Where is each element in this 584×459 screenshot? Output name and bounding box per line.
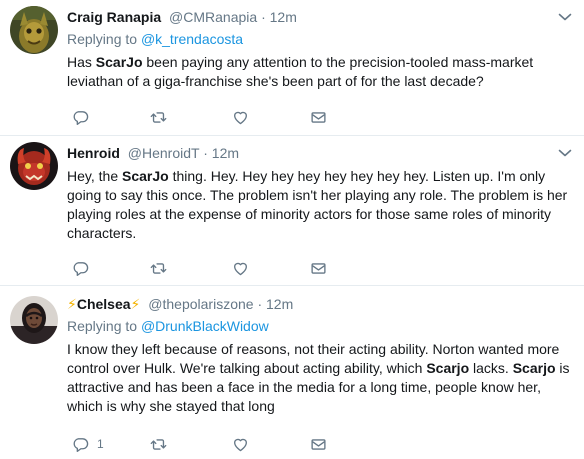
reply-button[interactable]: 1 — [72, 434, 104, 454]
display-name[interactable]: Craig Ranapia — [67, 9, 161, 25]
reply-button[interactable] — [72, 107, 89, 127]
tweet-header: Henroid @HenroidT · 12m — [67, 144, 572, 163]
like-button[interactable] — [232, 107, 249, 127]
tweet-content: Henroid @HenroidT · 12m Hey, the ScarJo … — [67, 144, 572, 243]
user-handle[interactable]: @thepolariszone — [148, 296, 253, 312]
retweet-icon — [150, 436, 167, 453]
reply-icon — [72, 109, 89, 126]
tweet-feed: Craig Ranapia @CMRanapia · 12m Replying … — [0, 0, 584, 459]
heart-icon — [232, 109, 249, 126]
retweet-button[interactable] — [150, 258, 167, 278]
like-button[interactable] — [232, 434, 249, 454]
avatar[interactable] — [10, 6, 58, 54]
highlight-keyword: ScarJo — [95, 54, 143, 70]
envelope-icon — [310, 260, 327, 277]
tweet-text: Has ScarJo been paying any attention to … — [67, 53, 572, 91]
avatar[interactable] — [10, 296, 58, 344]
envelope-icon — [310, 109, 327, 126]
heart-icon — [232, 260, 249, 277]
like-button[interactable] — [232, 258, 249, 278]
tweet-text-segment: lacks. — [469, 360, 513, 376]
tweet-content: Craig Ranapia @CMRanapia · 12m Replying … — [67, 8, 572, 91]
tweet-actions — [72, 107, 332, 127]
user-handle[interactable]: @HenroidT — [128, 145, 200, 161]
tweet-header: ⚡Chelsea⚡ @thepolariszone · 12m — [67, 295, 572, 314]
replying-to-label: Replying to — [67, 31, 138, 47]
separator-dot: · — [261, 9, 266, 25]
display-name[interactable]: Chelsea — [77, 296, 131, 312]
retweet-icon — [150, 260, 167, 277]
reply-icon — [72, 436, 89, 453]
lightning-icon: ⚡ — [67, 296, 77, 312]
envelope-icon — [310, 436, 327, 453]
user-handle[interactable]: @CMRanapia — [169, 9, 257, 25]
highlight-keyword: Scarjo — [512, 360, 556, 376]
chevron-down-icon[interactable] — [558, 148, 572, 158]
tweet-text-segment: Hey, the — [67, 168, 122, 184]
tweet[interactable]: ⚡Chelsea⚡ @thepolariszone · 12m Replying… — [0, 286, 584, 459]
timestamp[interactable]: 12m — [270, 9, 297, 25]
tweet-text: I know they left because of reasons, not… — [67, 340, 572, 416]
chevron-down-icon[interactable] — [558, 12, 572, 22]
replying-to: Replying to @k_trendacosta — [67, 30, 572, 48]
direct-message-button[interactable] — [310, 258, 327, 278]
replying-to-label: Replying to — [67, 318, 138, 334]
retweet-button[interactable] — [150, 434, 167, 454]
tweet-header: Craig Ranapia @CMRanapia · 12m — [67, 8, 572, 27]
highlight-keyword: ScarJo — [122, 168, 169, 184]
replying-to: Replying to @DrunkBlackWidow — [67, 317, 572, 335]
tweet-text: Hey, the ScarJo thing. Hey. Hey hey hey … — [67, 167, 572, 243]
separator-dot: · — [257, 296, 263, 312]
lightning-icon: ⚡ — [130, 296, 141, 312]
retweet-button[interactable] — [150, 107, 167, 127]
retweet-icon — [150, 109, 167, 126]
reply-icon — [72, 260, 89, 277]
timestamp[interactable]: 12m — [212, 145, 239, 161]
direct-message-button[interactable] — [310, 107, 327, 127]
tweet[interactable]: Craig Ranapia @CMRanapia · 12m Replying … — [0, 0, 584, 136]
timestamp[interactable]: 12m — [266, 296, 293, 312]
tweet[interactable]: Henroid @HenroidT · 12m Hey, the ScarJo … — [0, 136, 584, 286]
highlight-keyword: Scarjo — [426, 360, 470, 376]
reply-button[interactable] — [72, 258, 89, 278]
separator-dot: · — [203, 145, 208, 161]
tweet-actions: 1 — [72, 434, 332, 454]
heart-icon — [232, 436, 249, 453]
reply-count: 1 — [97, 437, 104, 451]
tweet-content: ⚡Chelsea⚡ @thepolariszone · 12m Replying… — [67, 295, 572, 416]
avatar[interactable] — [10, 142, 58, 190]
direct-message-button[interactable] — [310, 434, 327, 454]
reply-mention-link[interactable]: @DrunkBlackWidow — [141, 318, 269, 334]
reply-mention-link[interactable]: @k_trendacosta — [141, 31, 243, 47]
display-name[interactable]: Henroid — [67, 145, 120, 161]
tweet-actions — [72, 258, 332, 278]
tweet-text-segment: Has — [67, 54, 96, 70]
